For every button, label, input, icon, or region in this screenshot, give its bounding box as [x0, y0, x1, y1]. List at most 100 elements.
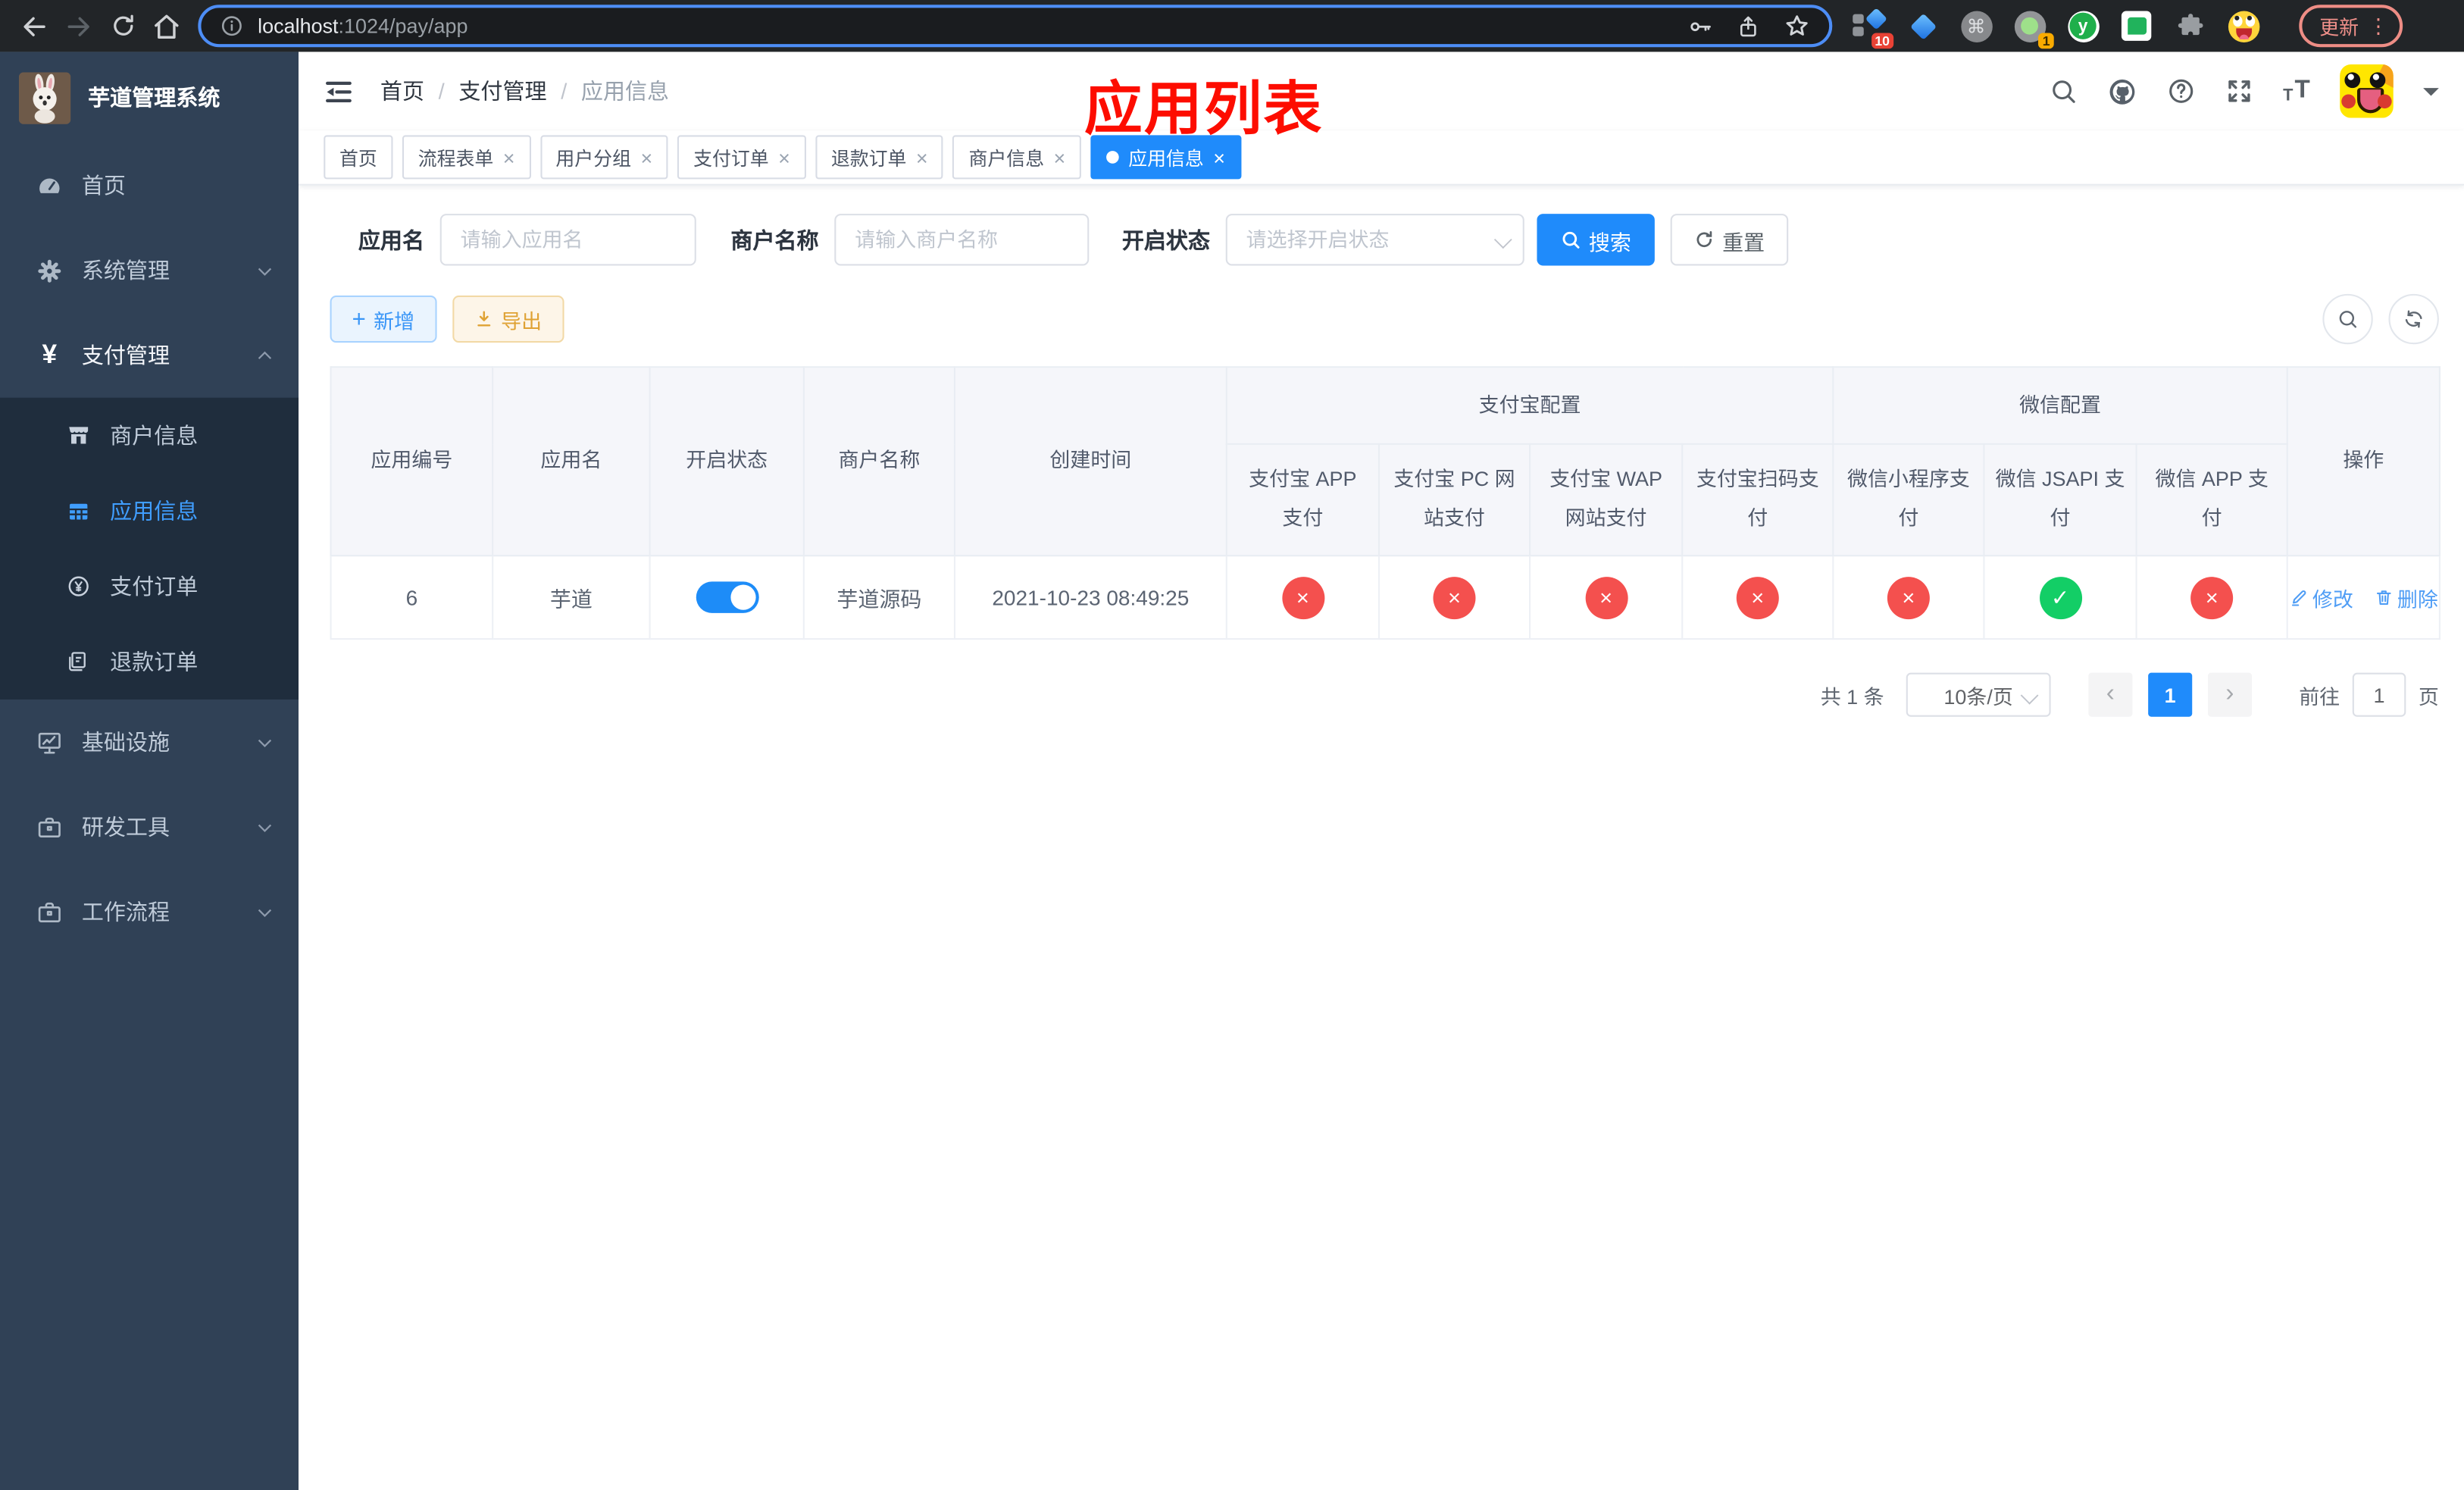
browser-update-button[interactable]: 更新 ⋮: [2299, 5, 2403, 48]
cell-open-status: [649, 555, 805, 640]
shop-icon: [63, 423, 92, 448]
sidebar-item-pay[interactable]: ¥ 支付管理: [0, 313, 299, 398]
close-icon[interactable]: ×: [778, 147, 790, 167]
goto-suffix-label: 页: [2418, 684, 2439, 709]
cell-operation: 修改 删除: [2286, 555, 2441, 640]
tab-merchant-info[interactable]: 商户信息 ×: [952, 135, 1082, 180]
home-icon[interactable]: [145, 4, 189, 48]
sidebar-item-refund-order[interactable]: 退款订单: [0, 624, 299, 700]
add-button[interactable]: + 新增: [330, 295, 437, 343]
forward-icon[interactable]: [57, 4, 101, 48]
tab-refund-order[interactable]: 退款订单 ×: [815, 135, 944, 180]
extensions-puzzle-icon[interactable]: [2173, 9, 2206, 42]
key-icon[interactable]: [1687, 14, 1712, 39]
close-icon[interactable]: ×: [916, 147, 928, 167]
chevron-down-icon: [2020, 686, 2039, 705]
tab-user-group[interactable]: 用户分组 ×: [539, 135, 668, 180]
col-alipay-qr: 支付宝扫码支付: [1681, 443, 1834, 557]
edit-link[interactable]: 修改: [2289, 582, 2353, 612]
close-icon[interactable]: ×: [1213, 147, 1225, 167]
search-icon[interactable]: [2049, 77, 2077, 105]
close-icon[interactable]: ×: [640, 147, 652, 167]
toggle-search-icon[interactable]: [2322, 293, 2373, 345]
close-icon[interactable]: ×: [1054, 147, 1066, 167]
bookmark-star-icon[interactable]: [1784, 13, 1810, 39]
sidebar-item-label: 系统管理: [81, 258, 170, 283]
tab-pay-order[interactable]: 支付订单 ×: [677, 135, 806, 180]
search-button[interactable]: 搜索: [1537, 214, 1655, 266]
close-icon[interactable]: ×: [503, 147, 515, 167]
goto-page-input[interactable]: [2352, 672, 2406, 717]
url-bar[interactable]: localhost:1024/pay/app: [198, 5, 1833, 48]
status-icon: ×: [1736, 576, 1779, 619]
breadcrumb-pay[interactable]: 支付管理: [458, 76, 546, 107]
dashboard-icon: [35, 172, 64, 199]
prev-page-button[interactable]: ‹: [2088, 672, 2133, 717]
goto-label: 前往: [2299, 684, 2340, 709]
chevron-down-icon: [255, 901, 275, 922]
next-page-button[interactable]: ›: [2207, 672, 2252, 717]
fullscreen-icon[interactable]: [2225, 77, 2253, 105]
col-wx-app: 微信 APP 支付: [2135, 443, 2288, 557]
info-icon[interactable]: [220, 14, 243, 38]
status-icon: ✓: [2039, 576, 2082, 619]
status-icon: ×: [1584, 576, 1628, 619]
extension-kite-icon[interactable]: [1906, 9, 1940, 42]
browser-menu-icon[interactable]: ⋮: [2369, 16, 2389, 36]
sidebar-item-merchant-info[interactable]: 商户信息: [0, 398, 299, 474]
col-alipay-app: 支付宝 APP 支付: [1225, 443, 1380, 557]
sidebar-item-workflow[interactable]: 工作流程: [0, 869, 299, 954]
cell-app-id: 6: [330, 555, 494, 640]
search-icon: [1560, 230, 1581, 250]
extension-command-icon[interactable]: ⌘: [1959, 9, 1993, 42]
refresh-table-icon[interactable]: [2388, 293, 2439, 345]
share-icon[interactable]: [1737, 14, 1760, 39]
col-group-wechat: 微信配置: [1832, 366, 2288, 445]
sidebar-item-system[interactable]: 系统管理: [0, 228, 299, 313]
sidebar-item-devtools[interactable]: 研发工具: [0, 784, 299, 869]
extensions-area: 10 ⌘ 1 y 更新 ⋮: [1853, 5, 2403, 49]
back-icon[interactable]: [13, 4, 57, 48]
sidebar-item-label: 商户信息: [110, 422, 199, 449]
sidebar-item-app-info[interactable]: 应用信息: [0, 473, 299, 549]
breadcrumb-home[interactable]: 首页: [380, 76, 424, 107]
trash-icon: [2374, 588, 2393, 607]
open-status-select[interactable]: [1225, 214, 1524, 266]
help-icon[interactable]: [2167, 77, 2195, 105]
extension-blocks-icon[interactable]: 10: [1853, 8, 1894, 49]
extension-badge: 10: [1871, 32, 1894, 49]
sidebar-item-infra[interactable]: 基础设施: [0, 700, 299, 784]
sidebar-item-pay-order[interactable]: 支付订单: [0, 549, 299, 624]
reset-button[interactable]: 重置: [1670, 214, 1789, 266]
pagination: 共 1 条 10条/页 ‹ 1 › 前往 页: [299, 672, 2439, 717]
font-size-icon[interactable]: TT: [2283, 78, 2310, 104]
table-row: 6 芋道 芋道源码 2021-10-23 08:49:25 × × × × × …: [330, 555, 2441, 640]
plus-icon: +: [352, 305, 366, 333]
current-page[interactable]: 1: [2148, 672, 2193, 717]
cell-create-time: 2021-10-23 08:49:25: [953, 555, 1227, 640]
tab-home[interactable]: 首页: [324, 135, 393, 180]
col-alipay-pc: 支付宝 PC 网站支付: [1377, 443, 1531, 557]
tab-process-form[interactable]: 流程表单 ×: [402, 135, 531, 180]
sidebar-item-label: 首页: [81, 173, 126, 199]
sidebar-item-label: 工作流程: [81, 899, 170, 925]
main-content: 应用列表 首页 / 支付管理 / 应用信息 TT 首页 流程表单 × 用户分组 …: [299, 52, 2464, 1490]
avatar[interactable]: [2340, 64, 2394, 118]
extension-y-icon[interactable]: y: [2066, 9, 2100, 42]
export-button[interactable]: 导出: [452, 295, 564, 343]
sidebar-item-home[interactable]: 首页: [0, 143, 299, 228]
sidebar-fold-icon[interactable]: [324, 77, 353, 106]
extension-chat-icon[interactable]: [2120, 9, 2153, 42]
extension-record-icon[interactable]: 1: [2013, 9, 2054, 49]
merchant-name-input[interactable]: [834, 214, 1090, 266]
github-icon[interactable]: [2107, 77, 2137, 106]
profile-avatar-icon[interactable]: [2227, 9, 2260, 42]
cell-merchant-name: 芋道源码: [802, 555, 955, 640]
delete-link[interactable]: 删除: [2374, 582, 2438, 612]
app-name-input[interactable]: [439, 214, 696, 266]
enabled-toggle[interactable]: [695, 581, 758, 613]
status-icon: ×: [1281, 576, 1324, 619]
reload-icon[interactable]: [101, 4, 145, 48]
status-icon: ×: [1887, 576, 1930, 619]
page-size-select[interactable]: 10条/页: [1906, 672, 2051, 717]
